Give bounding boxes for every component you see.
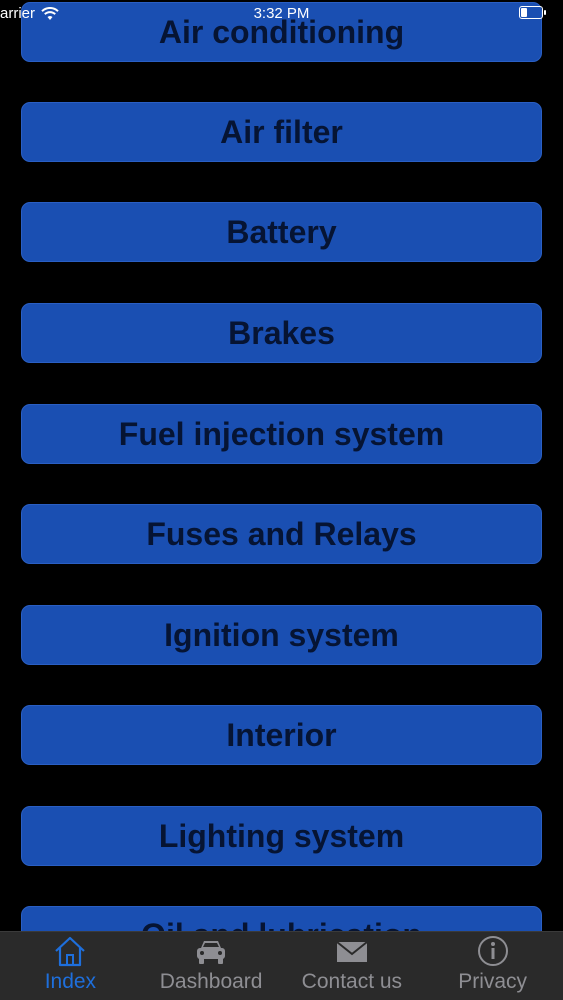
menu-item-battery[interactable]: Battery [21, 202, 542, 262]
tab-contact-us-label: Contact us [301, 970, 403, 993]
envelope-icon [336, 941, 368, 962]
menu-item-interior[interactable]: Interior [21, 705, 542, 765]
home-icon [55, 936, 86, 967]
car-icon [197, 941, 226, 964]
menu-item-fuses-and-relays[interactable]: Fuses and Relays [21, 504, 542, 564]
menu-item-lighting-system[interactable]: Lighting system [21, 806, 542, 866]
status-bar: arrier 3:32 PM [0, 0, 563, 30]
status-time: 3:32 PM [253, 5, 310, 22]
info-icon [477, 936, 508, 966]
battery-icon [519, 6, 546, 19]
tab-dashboard-label: Dashboard [159, 970, 263, 993]
tab-dashboard[interactable]: Dashboard [141, 932, 282, 1000]
tab-bar: Index Dashboard Contact us Privacy [0, 931, 563, 1000]
tab-index[interactable]: Index [0, 932, 141, 1000]
menu-item-brakes[interactable]: Brakes [21, 303, 542, 363]
menu-item-air-filter[interactable]: Air filter [21, 102, 542, 162]
menu-item-fuel-injection-system[interactable]: Fuel injection system [21, 404, 542, 464]
tab-index-label: Index [44, 970, 97, 993]
tab-privacy-label: Privacy [458, 970, 528, 993]
menu-item-ignition-system[interactable]: Ignition system [21, 605, 542, 665]
menu-list[interactable]: Air conditioning Air filter Battery Brak… [0, 0, 563, 932]
tab-contact-us[interactable]: Contact us [282, 932, 423, 1000]
menu-item-oil-and-lubrication[interactable]: Oil and lubrication [21, 906, 542, 932]
tab-privacy[interactable]: Privacy [422, 932, 563, 1000]
